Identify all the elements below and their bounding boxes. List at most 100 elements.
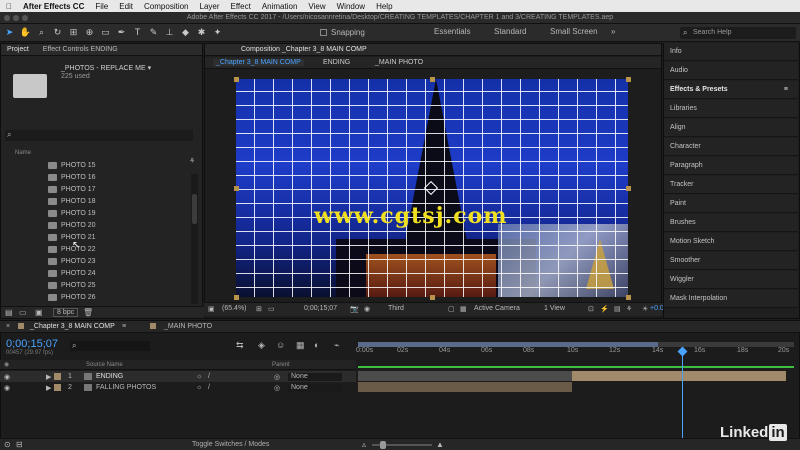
list-item[interactable]: PHOTO 16 (48, 171, 96, 183)
panel-smoother[interactable]: Smoother (664, 252, 798, 270)
toggle-switches-modes-button[interactable]: Toggle Switches / Modes (192, 441, 269, 448)
list-item[interactable]: PHOTO 23 (48, 255, 96, 267)
exposure-value[interactable]: +0.0 (650, 305, 664, 312)
timeline-zoom-slider[interactable] (372, 441, 432, 449)
project-scrollbar[interactable] (191, 174, 198, 304)
breadcrumb-main-photo[interactable]: _MAIN PHOTO (375, 59, 423, 66)
tab-composition[interactable]: Composition _Chapter 3_8 MAIN COMP (241, 46, 367, 53)
layer-switches-icon[interactable]: ⊙ (4, 440, 11, 449)
list-item[interactable]: PHOTO 26 (48, 291, 96, 303)
transform-handle[interactable] (626, 77, 631, 82)
trash-icon[interactable]: 🗑 (83, 308, 93, 317)
list-item[interactable]: PHOTO 24 (48, 267, 96, 279)
tab-effect-controls[interactable]: Effect Controls ENDING (43, 46, 118, 53)
menu-file[interactable]: File (95, 2, 108, 11)
quality-switch-icon[interactable]: / (208, 384, 210, 391)
table-row[interactable]: ◉ ▶ 1 ENDING ☼ / ◎ None (0, 371, 356, 382)
panel-align[interactable]: Align (664, 119, 798, 137)
playhead[interactable] (682, 348, 683, 450)
search-help-field[interactable]: ⌕ Search Help (680, 27, 796, 39)
menu-help[interactable]: Help (376, 2, 392, 11)
show-channel-icon[interactable]: ◉ (364, 305, 370, 313)
shy-icon[interactable]: ☺ (276, 340, 285, 350)
project-search-input[interactable]: ⌕ (5, 130, 193, 141)
menu-composition[interactable]: Composition (144, 2, 188, 11)
brush-tool-icon[interactable]: ✎ (147, 26, 160, 39)
zoom-in-icon[interactable]: ▲ (436, 440, 444, 449)
clone-tool-icon[interactable]: ⊥ (163, 26, 176, 39)
workspace-more-icon[interactable]: » (611, 27, 615, 36)
list-item[interactable]: PHOTO 19 (48, 207, 96, 219)
puppet-tool-icon[interactable]: ✦ (211, 26, 224, 39)
expand-arrow-icon[interactable]: ▶ (46, 384, 51, 392)
workspace-essentials[interactable]: Essentials (434, 27, 470, 36)
snapping-checkbox[interactable] (320, 29, 327, 36)
timeline-icon[interactable]: ▤ (614, 305, 621, 313)
eraser-tool-icon[interactable]: ◆ (179, 26, 192, 39)
quality-switch-icon[interactable]: / (208, 373, 210, 380)
selection-tool-icon[interactable]: ➤ (3, 26, 16, 39)
timeline-search-input[interactable]: ⌕ (70, 341, 150, 351)
comp-mini-flowchart-icon[interactable]: ⇆ (236, 340, 244, 351)
parent-dropdown[interactable]: None (288, 372, 342, 381)
close-icon[interactable]: × (6, 323, 10, 330)
camera-tool-icon[interactable]: ⊞ (67, 26, 80, 39)
panel-audio[interactable]: Audio (664, 62, 798, 80)
panel-motion-sketch[interactable]: Motion Sketch (664, 233, 798, 251)
tab-main-photo[interactable]: _MAIN PHOTO (164, 323, 212, 330)
new-folder-icon[interactable]: ▭ (19, 308, 27, 317)
roto-tool-icon[interactable]: ✱ (195, 26, 208, 39)
layer-bar-falling-photos[interactable] (358, 382, 572, 392)
workspace-standard[interactable]: Standard (494, 27, 526, 36)
workspace-small-screen[interactable]: Small Screen (550, 27, 598, 36)
transform-handle[interactable] (234, 186, 239, 191)
menu-window[interactable]: Window (337, 2, 365, 11)
column-header-name[interactable]: Name (15, 150, 31, 156)
apple-icon[interactable]:  (6, 2, 12, 11)
panel-libraries[interactable]: Libraries (664, 100, 798, 118)
draft-3d-icon[interactable]: ◈ (258, 340, 265, 351)
layer-bar-ending[interactable] (572, 371, 786, 381)
list-item[interactable]: PHOTO 15 (48, 159, 96, 171)
panel-tracker[interactable]: Tracker (664, 176, 798, 194)
eye-icon[interactable]: ◉ (4, 373, 10, 381)
panel-paragraph[interactable]: Paragraph (664, 157, 798, 175)
roi-icon[interactable]: ▢ (448, 305, 455, 313)
panel-wiggler[interactable]: Wiggler (664, 271, 798, 289)
panel-menu-icon[interactable]: ≡ (784, 86, 788, 93)
parent-pickwhip-icon[interactable]: ◎ (274, 373, 280, 381)
transform-handle[interactable] (234, 77, 239, 82)
resolution-dropdown[interactable]: Third (388, 305, 404, 312)
list-item[interactable]: PHOTO 20 (48, 219, 96, 231)
motion-blur-icon[interactable]: ◐ (314, 340, 319, 350)
panel-brushes[interactable]: Brushes (664, 214, 798, 232)
transparency-grid-icon[interactable]: ▦ (460, 305, 467, 313)
menu-view[interactable]: View (308, 2, 325, 11)
tab-main-comp[interactable]: _Chapter 3_8 MAIN COMP (30, 323, 115, 330)
table-row[interactable]: ◉ ▶ 2 FALLING PHOTOS ☼ / ◎ None (0, 382, 356, 393)
flowchart-icon[interactable]: ⚘ (626, 305, 632, 313)
panel-character[interactable]: Character (664, 138, 798, 156)
shy-switch-icon[interactable]: ☼ (196, 373, 202, 380)
list-item[interactable]: PHOTO 18 (48, 195, 96, 207)
expand-arrow-icon[interactable]: ▶ (46, 373, 51, 381)
breadcrumb-main-comp[interactable]: _Chapter 3_8 MAIN COMP (213, 59, 304, 66)
bpc-button[interactable]: 8 bpc (53, 308, 79, 317)
breadcrumb-ending[interactable]: ENDING (323, 59, 350, 66)
transfer-controls-icon[interactable]: ⊟ (16, 440, 23, 449)
transform-handle[interactable] (626, 186, 631, 191)
interpret-footage-icon[interactable]: ▤ (5, 308, 13, 317)
layer-name[interactable]: FALLING PHOTOS (96, 384, 156, 391)
window-controls[interactable] (4, 15, 28, 21)
camera-view-dropdown[interactable]: Active Camera (474, 305, 520, 312)
label-color-swatch[interactable] (54, 373, 61, 380)
menu-effect[interactable]: Effect (231, 2, 251, 11)
transform-handle[interactable] (234, 295, 239, 300)
new-comp-icon[interactable]: ▣ (35, 308, 43, 317)
parent-pickwhip-icon[interactable]: ◎ (274, 384, 280, 392)
tab-project[interactable]: Project (7, 46, 29, 53)
exposure-icon[interactable]: ☀ (642, 305, 648, 313)
grid-toggle-icon[interactable]: ⊞ (256, 305, 262, 313)
fast-previews-icon[interactable]: ⚡ (600, 305, 609, 313)
graph-editor-icon[interactable]: ⌁ (334, 340, 339, 351)
